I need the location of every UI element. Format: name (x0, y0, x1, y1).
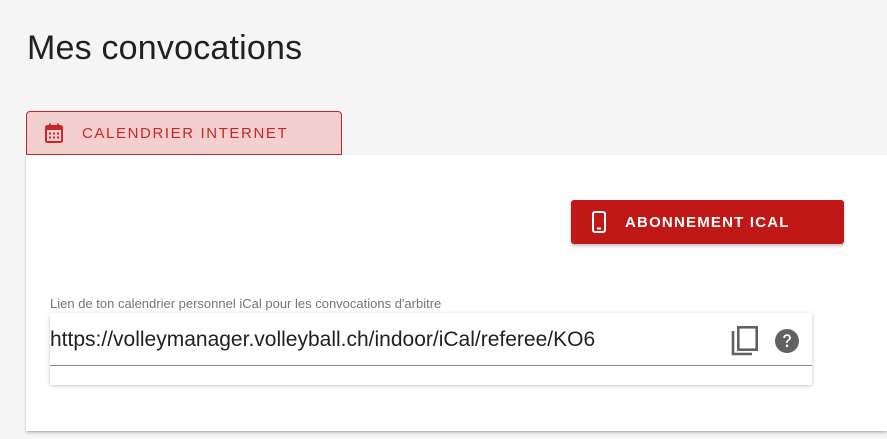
help-icon[interactable] (774, 328, 800, 354)
smartphone-icon (592, 211, 606, 233)
ical-subscription-button-label: ABONNEMENT ICAL (625, 213, 790, 231)
calendar-internet-tab[interactable]: CALENDRIER INTERNET (26, 111, 342, 155)
ical-subscription-button[interactable]: ABONNEMENT ICAL (571, 200, 844, 244)
calendar-internet-tab-label: CALENDRIER INTERNET (82, 124, 289, 142)
copy-icon[interactable] (730, 325, 760, 357)
calendar-icon (44, 123, 64, 143)
ical-link-label: Lien de ton calendrier personnel iCal po… (50, 296, 442, 311)
ical-link-input[interactable] (50, 323, 720, 357)
ical-link-field (50, 313, 812, 385)
page-title: Mes convocations (27, 29, 303, 67)
ical-card: ABONNEMENT ICAL Lien de ton calendrier p… (26, 155, 887, 431)
field-underline (50, 365, 812, 366)
page: Mes convocations CALENDRIER INTERNET ABO… (0, 0, 887, 439)
